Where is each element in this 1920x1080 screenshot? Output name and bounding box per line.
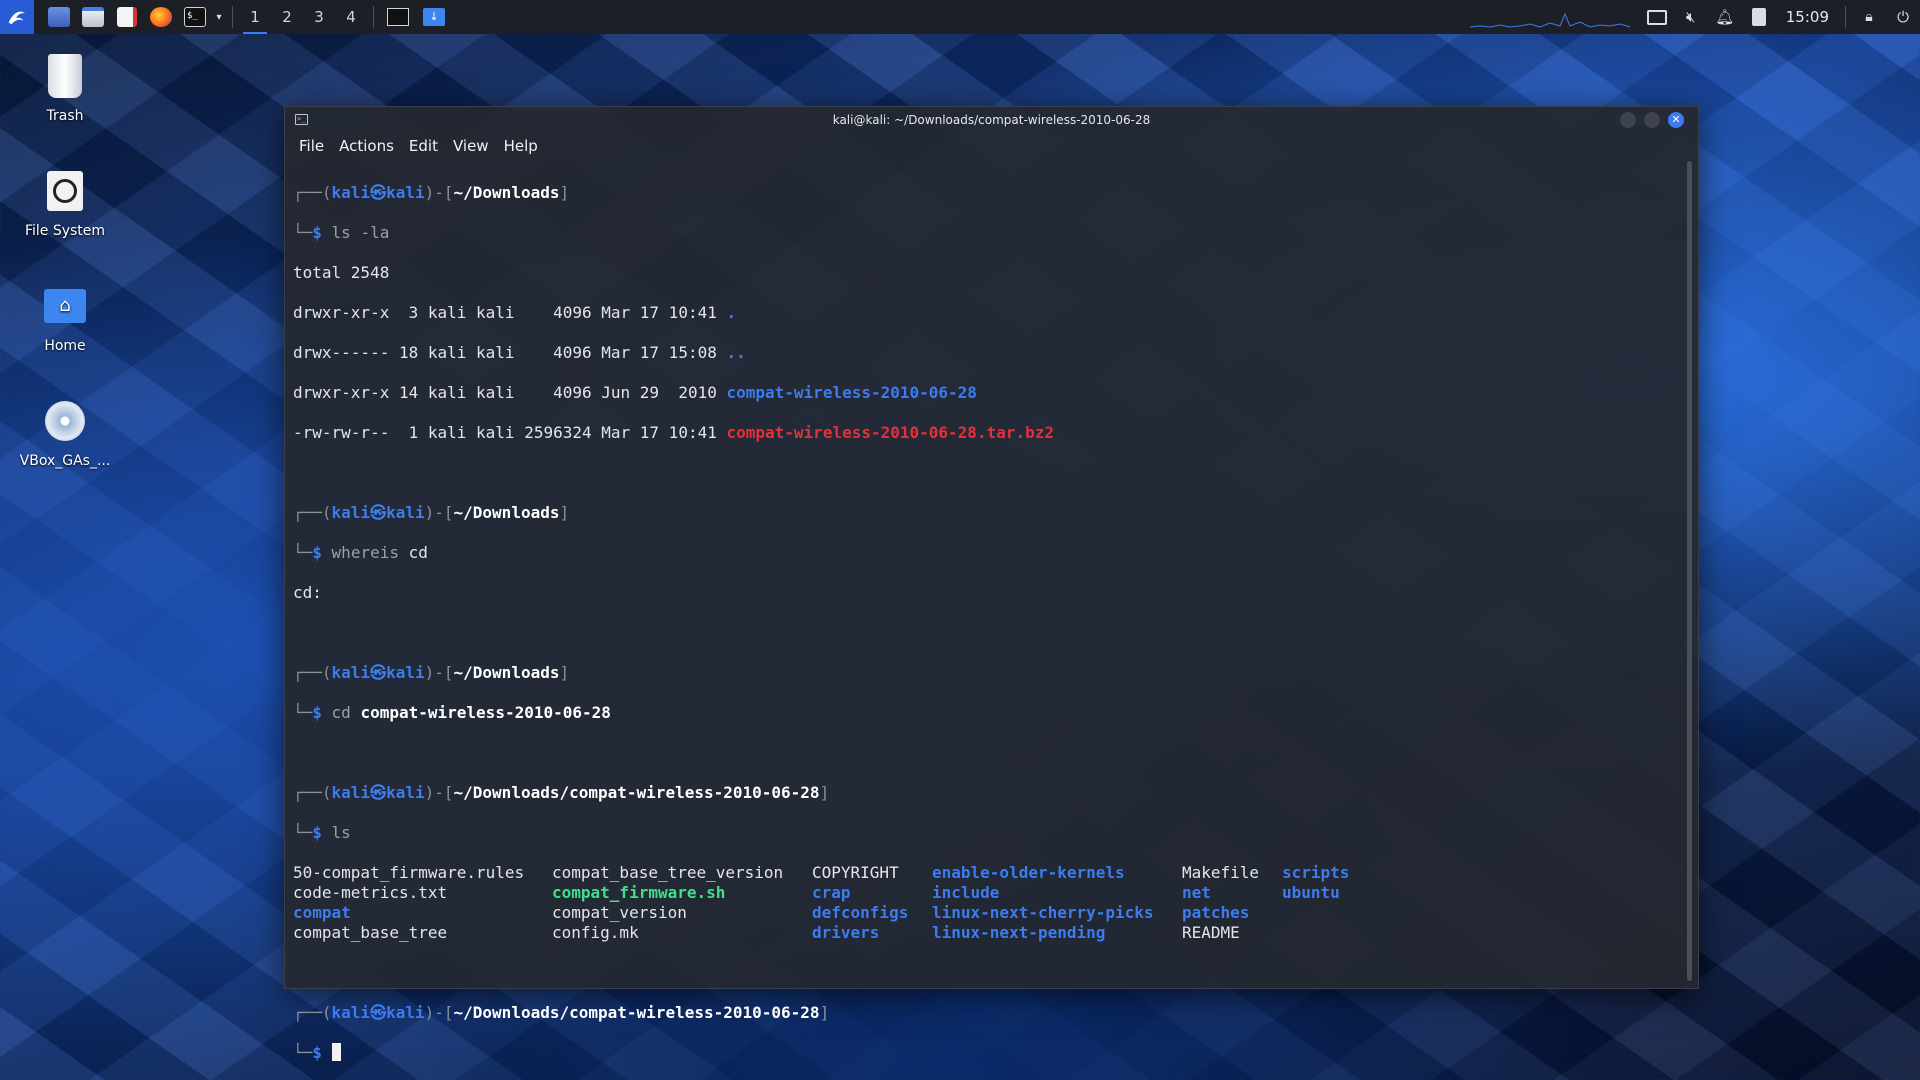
desktop-icon-label: File System [24,223,106,239]
download-folder-icon: ↓ [423,8,445,26]
dir-entry: linux-next-pending [932,923,1106,942]
window-titlebar[interactable]: >_ kali@kali: ~/Downloads/compat-wireles… [285,107,1698,133]
prompt-line: ┌──(kali㉿kali)-[~/Downloads] [293,183,570,202]
menu-file[interactable]: File [299,137,324,155]
desktop-icon-home[interactable]: ⌂ Home [10,280,120,354]
file-entry: compat_version [552,903,687,922]
panel-separator [1845,6,1846,28]
command-line: └─$ ls -la [293,223,390,242]
taskbar-downloads-button[interactable]: ↓ [416,0,452,34]
desktop-icon-trash[interactable]: Trash [10,50,120,124]
battery-icon[interactable] [1742,0,1776,34]
drive-icon [39,165,91,217]
menu-edit[interactable]: Edit [409,137,438,155]
terminal-menubar: File Actions Edit View Help [285,133,1698,159]
file-entry: compat_base_tree [293,923,448,942]
dir-entry: net [1182,883,1211,902]
prompt-line: ┌──(kali㉿kali)-[~/Downloads] [293,663,570,682]
trash-icon [39,50,91,102]
chevron-down-icon[interactable]: ▾ [212,0,226,34]
terminal-scrollbar[interactable] [1687,161,1692,981]
show-desktop-icon[interactable] [42,0,76,34]
power-icon[interactable]: ⏻ [1886,0,1920,34]
dir-entry: patches [1182,903,1250,922]
workspace-1[interactable]: 1 [239,0,271,34]
terminal-window[interactable]: >_ kali@kali: ~/Downloads/compat-wireles… [284,106,1699,1062]
prompt-line: ┌──(kali㉿kali)-[~/Downloads/compat-wirel… [293,783,830,802]
command-line: └─$ whereis cd [293,543,428,562]
minimize-button[interactable] [1620,112,1636,128]
command-line: └─$ cd compat-wireless-2010-06-28 [293,703,611,722]
terminal-icon[interactable]: $_ [178,0,212,34]
output-line: total 2548 [293,263,390,282]
panel-clock[interactable]: 15:09 [1776,8,1839,26]
desktop-icon-vbox[interactable]: VBox_GAs_... [10,395,120,469]
desktop-icon-label: Trash [46,108,84,124]
exec-entry: compat_firmware.sh [552,883,726,902]
dir-entry: include [932,883,1000,902]
ls-output: 50-compat_firmware.rules code-metrics.txt… [293,863,1678,943]
desktop-icon-file-system[interactable]: File System [10,165,120,239]
file-entry: COPYRIGHT [812,863,899,882]
dir-entry: compat [293,903,351,922]
menu-actions[interactable]: Actions [339,137,394,155]
terminal-output[interactable]: ┌──(kali㉿kali)-[~/Downloads] └─$ ls -la … [293,163,1678,1062]
close-button[interactable]: ✕ [1668,112,1684,128]
command-line: └─$ ls [293,823,351,842]
maximize-button[interactable] [1644,112,1660,128]
home-folder-icon: ⌂ [39,280,91,332]
prompt-line: ┌──(kali㉿kali)-[~/Downloads] [293,503,570,522]
file-manager-icon[interactable] [76,0,110,34]
dir-entry: drivers [812,923,880,942]
cdrom-icon [39,395,91,447]
system-tray: 🔇︎ 🔔︎ 15:09 🔒︎ ⏻ [1469,0,1920,34]
file-entry: config.mk [552,923,639,942]
output-line: -rw-rw-r-- 1 kali kali 2596324 Mar 17 10… [293,423,1054,442]
panel-separator [373,6,374,28]
menu-help[interactable]: Help [504,137,538,155]
dir-entry: linux-next-cherry-picks [932,903,1154,922]
file-entry: 50-compat_firmware.rules [293,863,525,882]
dir-entry: enable-older-kernels [932,863,1125,882]
firefox-icon[interactable] [144,0,178,34]
lock-icon[interactable]: 🔒︎ [1852,0,1886,34]
workspace-2[interactable]: 2 [271,0,303,34]
output-line: drwxr-xr-x 14 kali kali 4096 Jun 29 2010… [293,383,977,402]
window-title: kali@kali: ~/Downloads/compat-wireless-2… [832,113,1151,127]
file-entry: code-metrics.txt [293,883,448,902]
menu-view[interactable]: View [453,137,489,155]
text-editor-icon[interactable] [110,0,144,34]
file-entry: compat_base_tree_version [552,863,784,882]
bell-icon[interactable]: 🔔︎ [1708,0,1742,34]
terminal-icon [387,8,409,26]
dir-entry: defconfigs [812,903,909,922]
display-icon[interactable] [1640,0,1674,34]
desktop-icon-label: VBox_GAs_... [19,453,111,469]
dir-entry: scripts [1282,863,1350,882]
file-entry: Makefile [1182,863,1260,882]
taskbar-terminal-button[interactable] [380,0,416,34]
workspace-4[interactable]: 4 [335,0,367,34]
network-graph [1469,12,1630,28]
panel-separator [232,6,233,28]
volume-muted-icon[interactable]: 🔇︎ [1674,0,1708,34]
workspace-3[interactable]: 3 [303,0,335,34]
output-line: drwx------ 18 kali kali 4096 Mar 17 15:0… [293,343,746,362]
dir-entry: crap [812,883,851,902]
dir-entry: ubuntu [1282,883,1340,902]
prompt-line: ┌──(kali㉿kali)-[~/Downloads/compat-wirel… [293,1003,830,1022]
text-cursor [331,1043,341,1061]
desktop-icon-label: Home [44,338,86,354]
kali-menu-icon[interactable] [0,0,34,34]
file-entry: README [1182,923,1240,942]
top-panel: $_ ▾ 1 2 3 4 ↓ 🔇︎ 🔔︎ 15:09 🔒︎ ⏻ [0,0,1920,34]
terminal-icon: >_ [295,114,308,125]
output-line: drwxr-xr-x 3 kali kali 4096 Mar 17 10:41… [293,303,737,322]
output-line: cd: [293,583,322,602]
command-line[interactable]: └─$ [293,1043,1678,1063]
